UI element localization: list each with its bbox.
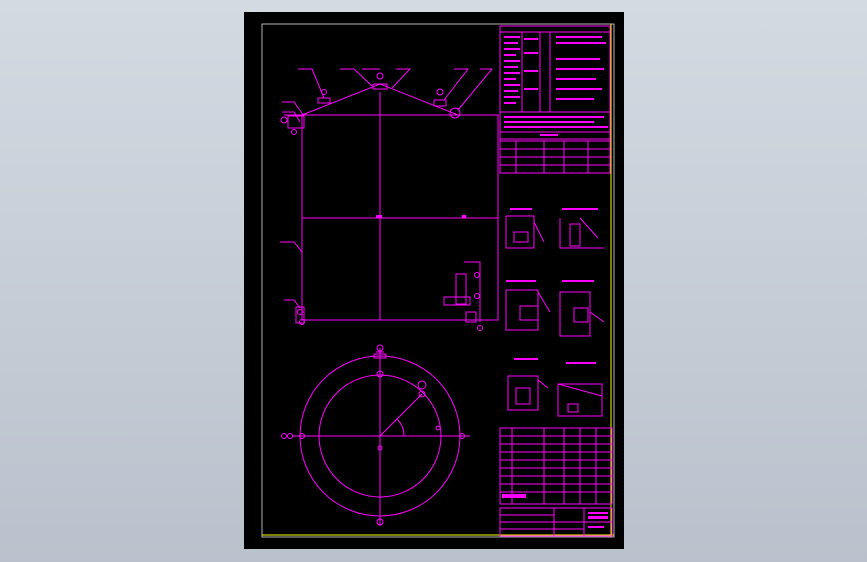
leader-lines-top [280,68,494,253]
top-nozzles [317,72,461,119]
drawing-canvas [261,23,615,538]
tank-plan-view [281,344,470,526]
parts-list-table [499,427,613,505]
spec-table-text-blocks [504,36,608,136]
tank-roof [301,83,498,116]
technical-spec-table [499,25,611,142]
nozzle-table [499,140,611,174]
tank-elevation [280,68,499,331]
detail-views [505,208,605,417]
cad-viewport[interactable] [0,0,867,562]
title-block [499,507,613,537]
nozzle-marker-top [376,72,384,80]
drawing-sheet [244,12,624,549]
